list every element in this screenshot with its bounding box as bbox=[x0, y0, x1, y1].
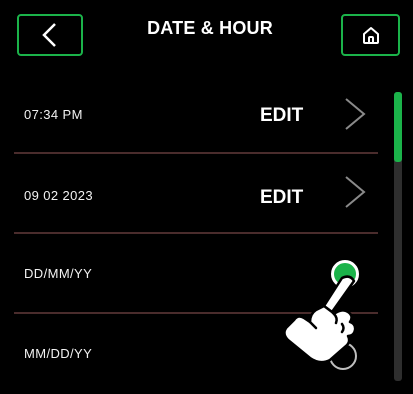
list-item-time[interactable]: 07:34 PM EDIT bbox=[0, 71, 392, 151]
scrollbar-thumb[interactable] bbox=[394, 92, 402, 162]
time-value: 07:34 PM bbox=[24, 107, 83, 122]
scrollbar[interactable] bbox=[394, 92, 402, 381]
home-button[interactable] bbox=[341, 14, 400, 56]
home-icon bbox=[362, 27, 379, 44]
chevron-right-icon[interactable] bbox=[342, 175, 368, 209]
chevron-right-icon[interactable] bbox=[342, 97, 368, 131]
list-item-date[interactable]: 09 02 2023 EDIT bbox=[0, 153, 392, 233]
header: DATE & HOUR bbox=[0, 0, 413, 80]
date-value: 09 02 2023 bbox=[24, 188, 94, 203]
format-mmddyy-label: MM/DD/YY bbox=[24, 346, 93, 361]
format-ddmmyy-label: DD/MM/YY bbox=[24, 266, 93, 281]
edit-date-button[interactable]: EDIT bbox=[260, 187, 303, 209]
back-button[interactable] bbox=[17, 14, 83, 56]
pointing-hand-icon bbox=[283, 275, 357, 364]
edit-time-button[interactable]: EDIT bbox=[260, 105, 303, 127]
chevron-left-icon bbox=[42, 23, 56, 47]
page-title: DATE & HOUR bbox=[147, 18, 273, 38]
